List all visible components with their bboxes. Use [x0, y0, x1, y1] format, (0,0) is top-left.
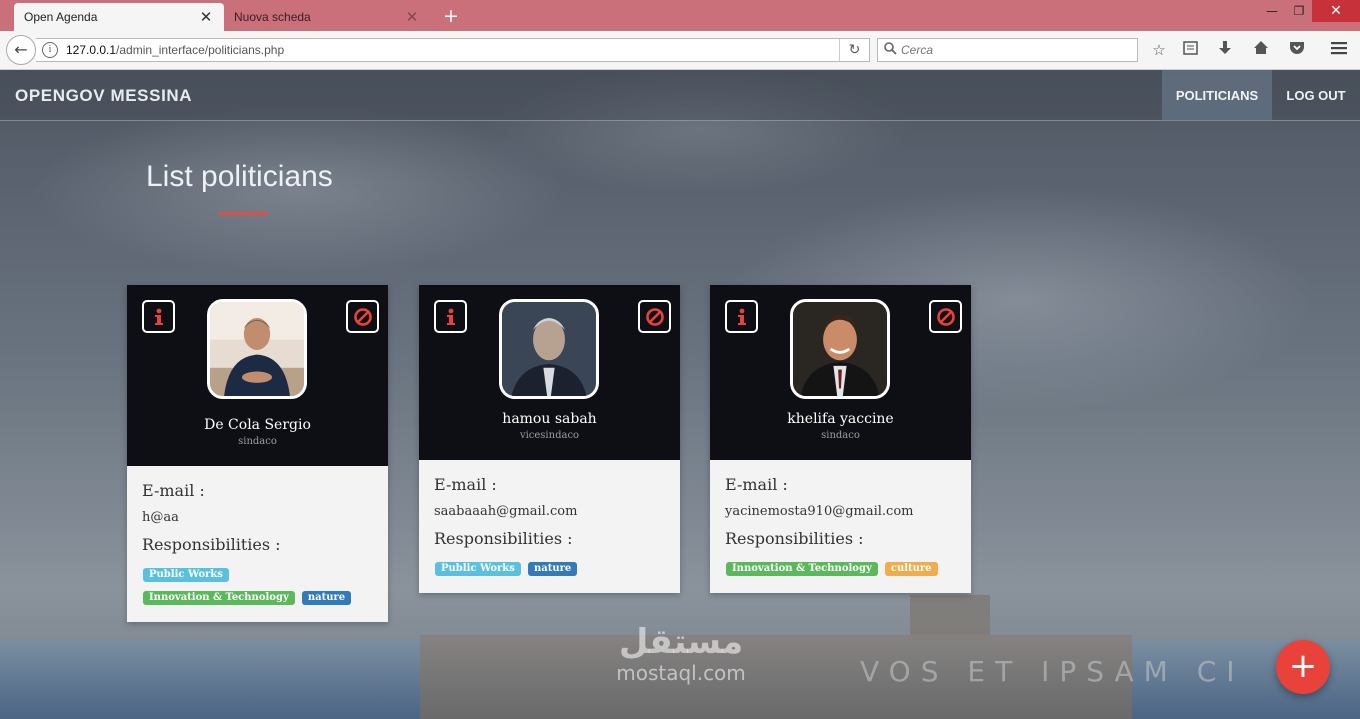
avatar: [207, 299, 307, 399]
responsibility-tags: Public Works nature: [434, 556, 665, 579]
card-header: De Cola Sergio sindaco: [127, 285, 388, 466]
block-icon: [645, 307, 664, 326]
info-button[interactable]: [142, 300, 175, 333]
menu-icon[interactable]: [1328, 40, 1350, 62]
politician-card: De Cola Sergio sindaco E-mail : h@aa Res…: [127, 285, 388, 622]
tag-public-works: Public Works: [435, 562, 521, 576]
email-label: E-mail :: [142, 481, 205, 500]
responsibility-tags: Innovation & Technology culture: [725, 556, 956, 579]
pocket-icon[interactable]: [1286, 40, 1308, 62]
block-icon: [353, 307, 372, 326]
background-inscription: VOS ET IPSAM CI: [860, 655, 1245, 688]
site-info-icon[interactable]: i: [42, 42, 58, 58]
block-icon: [936, 307, 955, 326]
disable-button[interactable]: [638, 300, 671, 333]
politician-role: sindaco: [238, 436, 277, 447]
info-button[interactable]: [725, 300, 758, 333]
url-host: 127.0.0.1: [66, 43, 117, 57]
new-tab-button[interactable]: +: [442, 4, 460, 28]
responsibilities-label: Responsibilities :: [142, 535, 281, 554]
avatar: [790, 299, 890, 399]
tag-nature: nature: [527, 562, 578, 576]
card-header: hamou sabah vicesindaco: [419, 285, 680, 460]
responsibility-tags: Public Works Innovation & Technology nat…: [142, 562, 373, 608]
back-arrow-icon[interactable]: ←: [6, 35, 36, 65]
home-icon[interactable]: [1250, 40, 1272, 62]
browser-tab-strip: Open Agenda ✕ Nuova scheda ✕ + — ❐ ✕: [0, 0, 1360, 31]
browser-tab-new-tab[interactable]: Nuova scheda ✕: [224, 3, 430, 31]
email-label: E-mail :: [725, 475, 788, 494]
tag-innovation-technology: Innovation & Technology: [726, 562, 878, 576]
tag-culture: culture: [884, 562, 938, 576]
browser-tab-open-agenda[interactable]: Open Agenda ✕: [14, 3, 224, 31]
browser-navigation-bar: ← i 127.0.0.1/admin_interface/politician…: [0, 31, 1360, 70]
tab-title: Nuova scheda: [234, 10, 311, 24]
url-path: /admin_interface/politicians.php: [116, 43, 285, 57]
responsibilities-label: Responsibilities :: [725, 529, 864, 548]
reading-list-icon[interactable]: [1179, 40, 1201, 62]
info-button[interactable]: [434, 300, 467, 333]
search-box[interactable]: [877, 38, 1138, 62]
close-window-icon[interactable]: ✕: [1312, 0, 1360, 22]
info-icon: [737, 308, 746, 325]
disable-button[interactable]: [346, 300, 379, 333]
email-value: saabaaah@gmail.com: [434, 504, 578, 519]
download-icon[interactable]: [1214, 40, 1236, 62]
email-value: h@aa: [142, 510, 179, 525]
maximize-window-icon[interactable]: ❐: [1286, 0, 1312, 22]
bookmark-star-icon[interactable]: ☆: [1148, 40, 1170, 62]
minimize-window-icon[interactable]: —: [1258, 0, 1286, 22]
search-input[interactable]: [901, 43, 1121, 57]
tab-title: Open Agenda: [24, 10, 98, 24]
close-tab-icon[interactable]: ✕: [198, 8, 214, 26]
nav-log-out[interactable]: LOG OUT: [1272, 70, 1360, 121]
tag-nature: nature: [301, 591, 352, 605]
watermark-latin: mostaql.com: [616, 661, 746, 685]
politician-role: sindaco: [821, 430, 860, 441]
tag-innovation-technology: Innovation & Technology: [143, 591, 295, 605]
address-bar[interactable]: i 127.0.0.1/admin_interface/politicians.…: [36, 38, 870, 62]
nav-politicians[interactable]: POLITICIANS: [1162, 70, 1272, 121]
brand-logo[interactable]: OPENGOV MESSINA: [15, 86, 192, 106]
politician-role: vicesindaco: [519, 430, 580, 441]
politician-name: hamou sabah: [502, 411, 597, 427]
info-icon: [154, 308, 163, 325]
avatar: [499, 299, 599, 399]
card-body: E-mail : h@aa Responsibilities : Public …: [127, 466, 388, 622]
background-tower: [910, 595, 990, 640]
watermark: مستقل mostaql.com: [596, 622, 766, 684]
disable-button[interactable]: [929, 300, 962, 333]
close-tab-icon[interactable]: ✕: [404, 8, 420, 26]
card-body: E-mail : yacinemosta910@gmail.com Respon…: [710, 460, 971, 593]
email-value: yacinemosta910@gmail.com: [725, 504, 914, 519]
page-title: List politicians: [146, 160, 333, 193]
card-header: khelifa yaccine sindaco: [710, 285, 971, 460]
politician-card: khelifa yaccine sindaco E-mail : yacinem…: [710, 285, 971, 593]
tag-public-works: Public Works: [143, 568, 229, 582]
url-text[interactable]: 127.0.0.1/admin_interface/politicians.ph…: [66, 43, 839, 57]
add-politician-button[interactable]: +: [1276, 640, 1330, 694]
title-underline: [218, 212, 268, 215]
responsibilities-label: Responsibilities :: [434, 529, 573, 548]
politician-name: De Cola Sergio: [204, 417, 311, 433]
politician-card: hamou sabah vicesindaco E-mail : saabaaa…: [419, 285, 680, 593]
search-icon: [884, 41, 897, 59]
email-label: E-mail :: [434, 475, 497, 494]
politician-name: khelifa yaccine: [787, 411, 894, 427]
reload-icon[interactable]: ↻: [839, 39, 869, 61]
card-body: E-mail : saabaaah@gmail.com Responsibili…: [419, 460, 680, 593]
info-icon: [446, 308, 455, 325]
page-viewport: VOS ET IPSAM CI OPENGOV MESSINA POLITICI…: [0, 70, 1360, 719]
watermark-arabic: مستقل: [618, 622, 744, 662]
app-header: OPENGOV MESSINA POLITICIANS LOG OUT: [0, 70, 1360, 121]
